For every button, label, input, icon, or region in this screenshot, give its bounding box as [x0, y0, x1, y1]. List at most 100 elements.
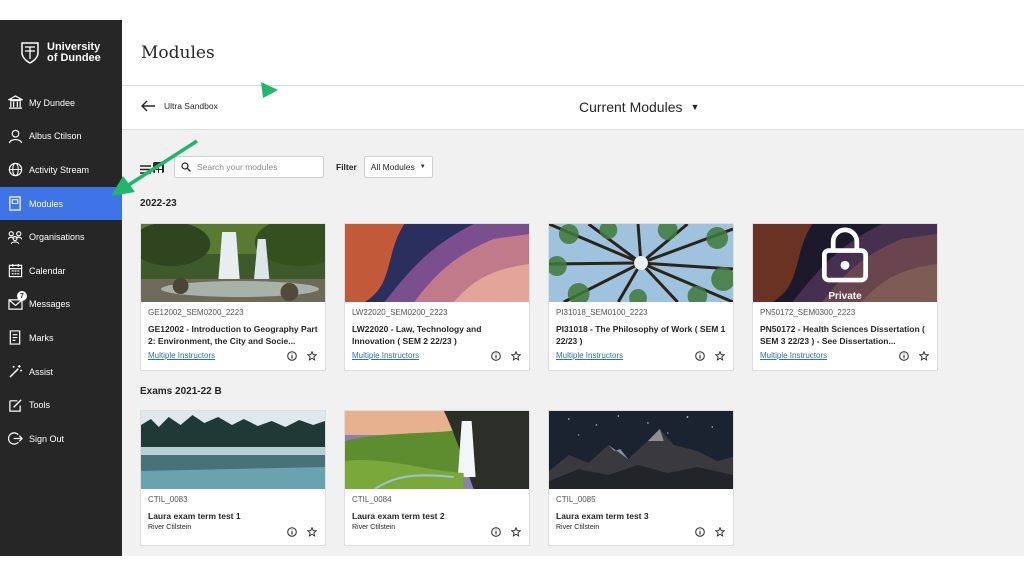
sidebar-item-organisations[interactable]: Organisations [0, 220, 122, 254]
sidebar-item-label: Messages [29, 299, 71, 310]
module-card[interactable]: CTIL_0083 Laura exam term test 1 River C… [140, 410, 326, 546]
annotation-arrow-icon [261, 82, 278, 98]
star-icon[interactable] [307, 527, 317, 537]
sidebar-item-label: Tools [29, 400, 51, 411]
sidebar-item-modules[interactable]: Modules [0, 186, 122, 221]
filter-select[interactable]: All Modules ▼ [363, 156, 433, 178]
caret-down-icon: ▼ [419, 164, 426, 170]
module-code: LW22020_SEM0200_2223 [352, 308, 448, 317]
lock-icon [821, 227, 869, 283]
search-modules-input[interactable] [197, 162, 317, 172]
module-title[interactable]: PI31018 - The Philosophy of Work ( SEM 1… [556, 323, 726, 347]
night-mountain-image [549, 411, 733, 489]
misty-lake-image [141, 411, 325, 489]
sidebar-nav: My Dundee Albus Ctilson Activity Stream … [0, 86, 122, 456]
info-icon[interactable] [695, 527, 705, 537]
module-title[interactable]: GE12002 - Introduction to Geography Part… [148, 323, 318, 347]
crest-icon [21, 42, 39, 64]
canyon-image: Private [753, 224, 937, 302]
waterfall-meadow-image [345, 411, 529, 489]
module-code: CTIL_0084 [352, 495, 392, 504]
sign-out-icon [7, 431, 23, 447]
waterfall-forest-image [141, 224, 325, 302]
messages-count-badge: 7 [17, 291, 27, 302]
module-code: CTIL_0085 [556, 495, 596, 504]
caret-down-icon: ▼ [690, 102, 700, 112]
module-card[interactable]: CTIL_0084 Laura exam term test 2 River C… [344, 410, 530, 546]
star-icon[interactable] [919, 351, 929, 361]
institution-icon [7, 95, 23, 111]
sidebar-item-label: My Dundee [29, 97, 76, 108]
back-to-sandbox-link[interactable]: Ultra Sandbox [140, 100, 218, 112]
module-title[interactable]: Laura exam term test 3 [556, 510, 726, 522]
title-bar: Modules [122, 20, 1024, 86]
sidebar-item-profile[interactable]: Albus Ctilson [0, 120, 122, 154]
module-title[interactable]: PN50172 - Health Sciences Dissertation (… [760, 323, 930, 347]
info-icon[interactable] [491, 351, 501, 361]
tools-icon [7, 397, 23, 413]
private-overlay: Private [753, 224, 937, 302]
module-card[interactable]: LW22020_SEM0200_2223 LW22020 - Law, Tech… [344, 223, 530, 371]
module-card[interactable]: CTIL_0085 Laura exam term test 3 River C… [548, 410, 734, 546]
info-icon[interactable] [491, 527, 501, 537]
info-icon[interactable] [899, 351, 909, 361]
annotation-arrow-icon [111, 139, 198, 196]
module-title[interactable]: LW22020 - Law, Technology and Innovation… [352, 323, 522, 347]
info-icon[interactable] [287, 527, 297, 537]
app-window: University of Dundee My Dundee Albus Cti… [0, 20, 1024, 556]
user-icon [7, 128, 23, 144]
filter-label: Filter [336, 162, 357, 172]
sidebar-item-label: Calendar [29, 265, 66, 276]
canyon-image [345, 224, 529, 302]
envelope-icon: 7 [7, 291, 27, 312]
sidebar-item-label: Activity Stream [29, 164, 90, 175]
module-card[interactable]: Private PN50172_SEM0300_2223 PN50172 - H… [752, 223, 938, 371]
sidebar-item-calendar[interactable]: Calendar [0, 254, 122, 288]
module-code: GE12002_SEM0200_2223 [148, 308, 244, 317]
filter-value: All Modules [370, 162, 415, 172]
sidebar-item-my-dundee[interactable]: My Dundee [0, 86, 122, 120]
current-modules-label: Current Modules [579, 99, 683, 115]
sidebar-item-activity-stream[interactable]: Activity Stream [0, 153, 122, 187]
arrow-left-icon [141, 100, 155, 112]
term-heading: Exams 2021-22 B [140, 386, 222, 397]
info-icon[interactable] [695, 351, 705, 361]
sidebar-item-tools[interactable]: Tools [0, 388, 122, 422]
globe-icon [7, 162, 23, 178]
sidebar-item-marks[interactable]: Marks [0, 321, 122, 355]
module-title[interactable]: Laura exam term test 1 [148, 510, 318, 522]
wand-icon [7, 364, 23, 380]
star-icon[interactable] [511, 351, 521, 361]
module-code: PI31018_SEM0100_2223 [556, 308, 648, 317]
calendar-icon [7, 263, 23, 279]
university-logo[interactable]: University of Dundee [0, 20, 122, 86]
private-label: Private [828, 291, 862, 302]
sidebar-item-label: Sign Out [29, 433, 65, 444]
module-card[interactable]: GE12002_SEM0200_2223 GE12002 - Introduct… [140, 223, 326, 371]
book-icon [7, 196, 23, 212]
brand-line-2: of Dundee [47, 52, 101, 64]
star-icon[interactable] [715, 351, 725, 361]
tree-canopy-image [549, 224, 733, 302]
info-icon[interactable] [287, 351, 297, 361]
star-icon[interactable] [511, 527, 521, 537]
sidebar-item-label: Assist [29, 366, 54, 377]
sidebar: University of Dundee My Dundee Albus Cti… [0, 20, 122, 556]
current-modules-dropdown[interactable]: Current Modules ▼ [579, 99, 699, 115]
sidebar-item-messages[interactable]: 7 Messages [0, 288, 122, 322]
sidebar-item-label: Modules [29, 198, 64, 209]
group-icon [7, 229, 23, 245]
sidebar-item-label: Organisations [29, 232, 85, 243]
star-icon[interactable] [307, 351, 317, 361]
module-code: PN50172_SEM0300_2223 [760, 308, 856, 317]
module-title[interactable]: Laura exam term test 2 [352, 510, 522, 522]
module-code: CTIL_0083 [148, 495, 188, 504]
star-icon[interactable] [715, 527, 725, 537]
back-label: Ultra Sandbox [164, 101, 218, 111]
sidebar-item-sign-out[interactable]: Sign Out [0, 422, 122, 456]
sidebar-item-assist[interactable]: Assist [0, 355, 122, 389]
sidebar-item-label: Albus Ctilson [29, 131, 82, 142]
grades-icon [7, 330, 23, 346]
sidebar-item-label: Marks [29, 332, 54, 343]
module-card[interactable]: PI31018_SEM0100_2223 PI31018 - The Philo… [548, 223, 734, 371]
